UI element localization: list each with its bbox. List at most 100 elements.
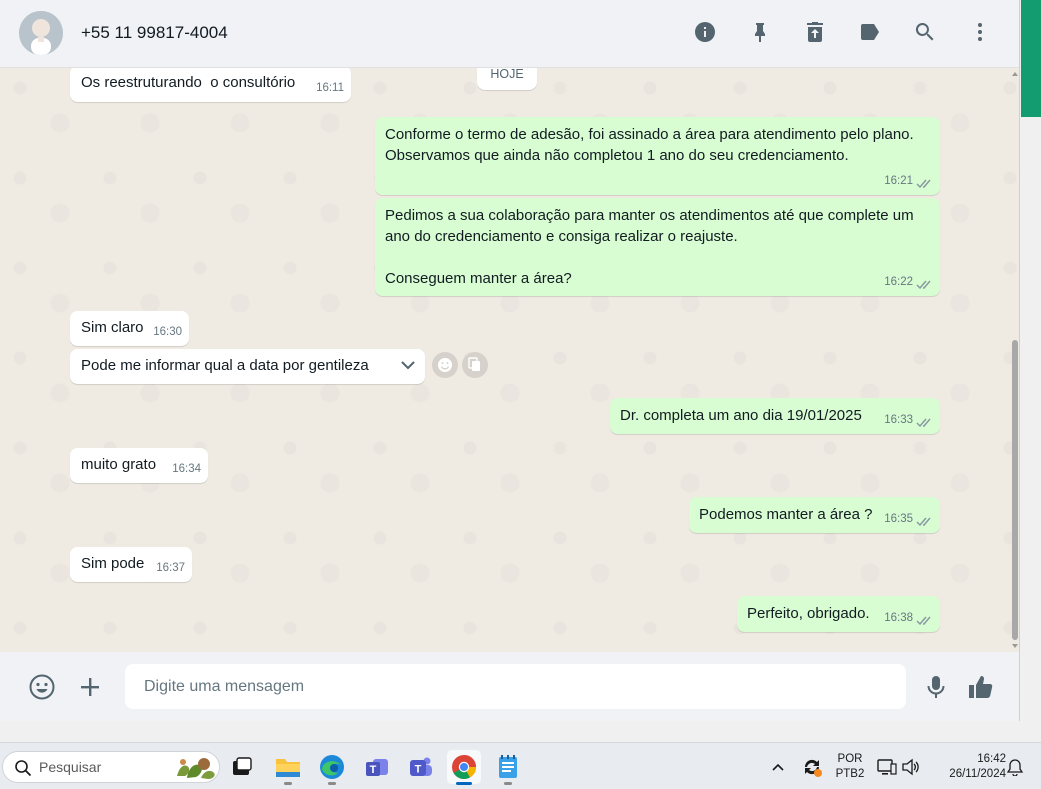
clock[interactable]: 16:42 26/11/2024 (930, 752, 1006, 782)
message-time: 16:22 (884, 276, 913, 288)
read-ticks-icon (916, 415, 933, 428)
clock-time: 16:42 (977, 753, 1006, 765)
message-input[interactable]: Digite uma mensagem (125, 664, 906, 709)
message-meta: 16:34 (172, 459, 201, 480)
message-meta: 16:38 (884, 608, 933, 629)
notepad-icon[interactable] (491, 750, 525, 785)
network-icon[interactable] (876, 750, 898, 784)
message-text: Pode me informar qual a data por gentile… (81, 357, 369, 374)
message-outgoing[interactable]: Podemos manter a área ? 16:35 (689, 497, 940, 533)
running-indicator (328, 782, 336, 785)
show-hidden-icons-chevron-icon[interactable] (763, 750, 793, 784)
date-chip: HOJE (477, 68, 537, 90)
keyboard-layout-code: PTB2 (835, 768, 865, 780)
language-code: POR (837, 753, 863, 765)
message-list[interactable]: HOJE Os reestruturando o consultório 16:… (0, 68, 1019, 652)
chevron-down-icon[interactable] (399, 356, 417, 374)
notifications-bell-icon[interactable] (1004, 750, 1026, 784)
message-text: Conforme o termo de adesão, foi assinado… (385, 126, 918, 164)
message-input-placeholder: Digite uma mensagem (144, 677, 305, 695)
read-ticks-icon (916, 613, 933, 626)
input-language-indicator[interactable]: POR PTB2 (832, 752, 868, 782)
message-meta: 16:22 (884, 272, 933, 293)
menu-icon[interactable] (967, 19, 993, 45)
message-outgoing[interactable]: Pedimos a sua colaboração para manter os… (375, 198, 940, 296)
message-time: 16:37 (156, 562, 185, 574)
active-indicator (456, 782, 472, 785)
svg-text:T: T (370, 764, 377, 776)
message-outgoing[interactable]: Dr. completa um ano dia 19/01/2025 16:33 (610, 398, 940, 434)
teams-classic-icon[interactable]: T (360, 750, 394, 784)
attach-plus-icon[interactable] (75, 672, 105, 702)
message-time: 16:34 (172, 463, 201, 475)
message-text: Pedimos a sua colaboração para manter os… (385, 207, 914, 287)
taskbar-search-box[interactable]: Pesquisar (2, 751, 220, 783)
message-text: muito grato (81, 456, 157, 473)
side-accent-bar (1021, 0, 1041, 117)
running-indicator (504, 782, 512, 785)
running-indicator (284, 782, 292, 785)
file-explorer-icon[interactable] (271, 750, 305, 785)
message-text: Podemos manter a área ? (699, 506, 873, 523)
message-meta: 16:35 (884, 509, 933, 530)
thumbs-up-icon[interactable] (965, 672, 995, 702)
message-time: 16:38 (884, 612, 913, 624)
message-meta: 16:33 (884, 410, 933, 431)
message-incoming[interactable]: Os reestruturando o consultório 16:11 (70, 68, 351, 102)
whatsapp-window: +55 11 99817-4004 HOJE Os reestruturando… (0, 0, 1020, 721)
search-icon[interactable] (912, 19, 938, 45)
pin-icon[interactable] (747, 19, 773, 45)
sync-update-icon[interactable] (797, 750, 827, 784)
microphone-icon[interactable] (921, 672, 951, 702)
label-icon[interactable] (857, 19, 883, 45)
delete-icon[interactable] (802, 19, 828, 45)
read-ticks-icon (916, 176, 933, 189)
react-emoji-button[interactable] (432, 352, 458, 378)
message-text: Perfeito, obrigado. (747, 605, 870, 622)
message-time: 16:21 (884, 175, 913, 187)
message-incoming[interactable]: Sim pode 16:37 (70, 547, 192, 582)
taskbar-search-placeholder: Pesquisar (39, 759, 102, 775)
message-meta: 16:30 (153, 322, 182, 343)
read-ticks-icon (916, 514, 933, 527)
message-incoming[interactable]: muito grato 16:34 (70, 448, 208, 483)
teams-icon[interactable]: T (404, 750, 438, 784)
search-highlight-illustration-icon (177, 758, 215, 779)
search-icon (15, 760, 32, 777)
scroll-down-arrow-icon[interactable] (1012, 644, 1018, 648)
message-outgoing[interactable]: Perfeito, obrigado. 16:38 (737, 596, 940, 632)
message-text: Os reestruturando o consultório (81, 74, 296, 91)
emoji-icon[interactable] (27, 672, 57, 702)
message-time: 16:30 (153, 326, 182, 338)
message-time: 16:35 (884, 513, 913, 525)
message-incoming-hovered[interactable]: Pode me informar qual a data por gentile… (70, 349, 425, 384)
scrollbar-thumb[interactable] (1012, 340, 1018, 640)
message-outgoing[interactable]: Conforme o termo de adesão, foi assinado… (375, 117, 940, 195)
chrome-browser-icon[interactable] (447, 750, 481, 785)
date-chip-label: HOJE (490, 68, 524, 81)
info-icon[interactable] (692, 19, 718, 45)
contact-avatar[interactable] (19, 11, 63, 55)
message-text: Sim claro (81, 319, 144, 336)
contact-name[interactable]: +55 11 99817-4004 (81, 23, 228, 43)
task-view-icon[interactable] (225, 750, 259, 784)
volume-icon[interactable] (900, 750, 922, 784)
message-meta: 16:37 (156, 558, 185, 579)
message-incoming[interactable]: Sim claro 16:30 (70, 311, 189, 346)
message-meta: 16:21 (884, 171, 933, 192)
read-ticks-icon (916, 277, 933, 290)
message-time: 16:33 (884, 414, 913, 426)
edge-browser-icon[interactable] (315, 750, 349, 785)
message-time: 16:11 (316, 82, 344, 94)
composer: Digite uma mensagem (0, 652, 1019, 721)
clock-date: 26/11/2024 (949, 768, 1006, 780)
chat-header: +55 11 99817-4004 (0, 0, 1019, 68)
svg-text:T: T (415, 764, 422, 776)
scroll-up-arrow-icon[interactable] (1012, 72, 1018, 76)
message-text: Dr. completa um ano dia 19/01/2025 (620, 407, 862, 424)
copy-icon[interactable] (462, 352, 488, 378)
message-meta: 16:11 (316, 78, 344, 99)
message-hover-actions (432, 352, 488, 378)
windows-taskbar: Pesquisar T T POR PTB2 16:42 26/11/2024 (0, 742, 1041, 789)
message-text: Sim pode (81, 555, 145, 572)
